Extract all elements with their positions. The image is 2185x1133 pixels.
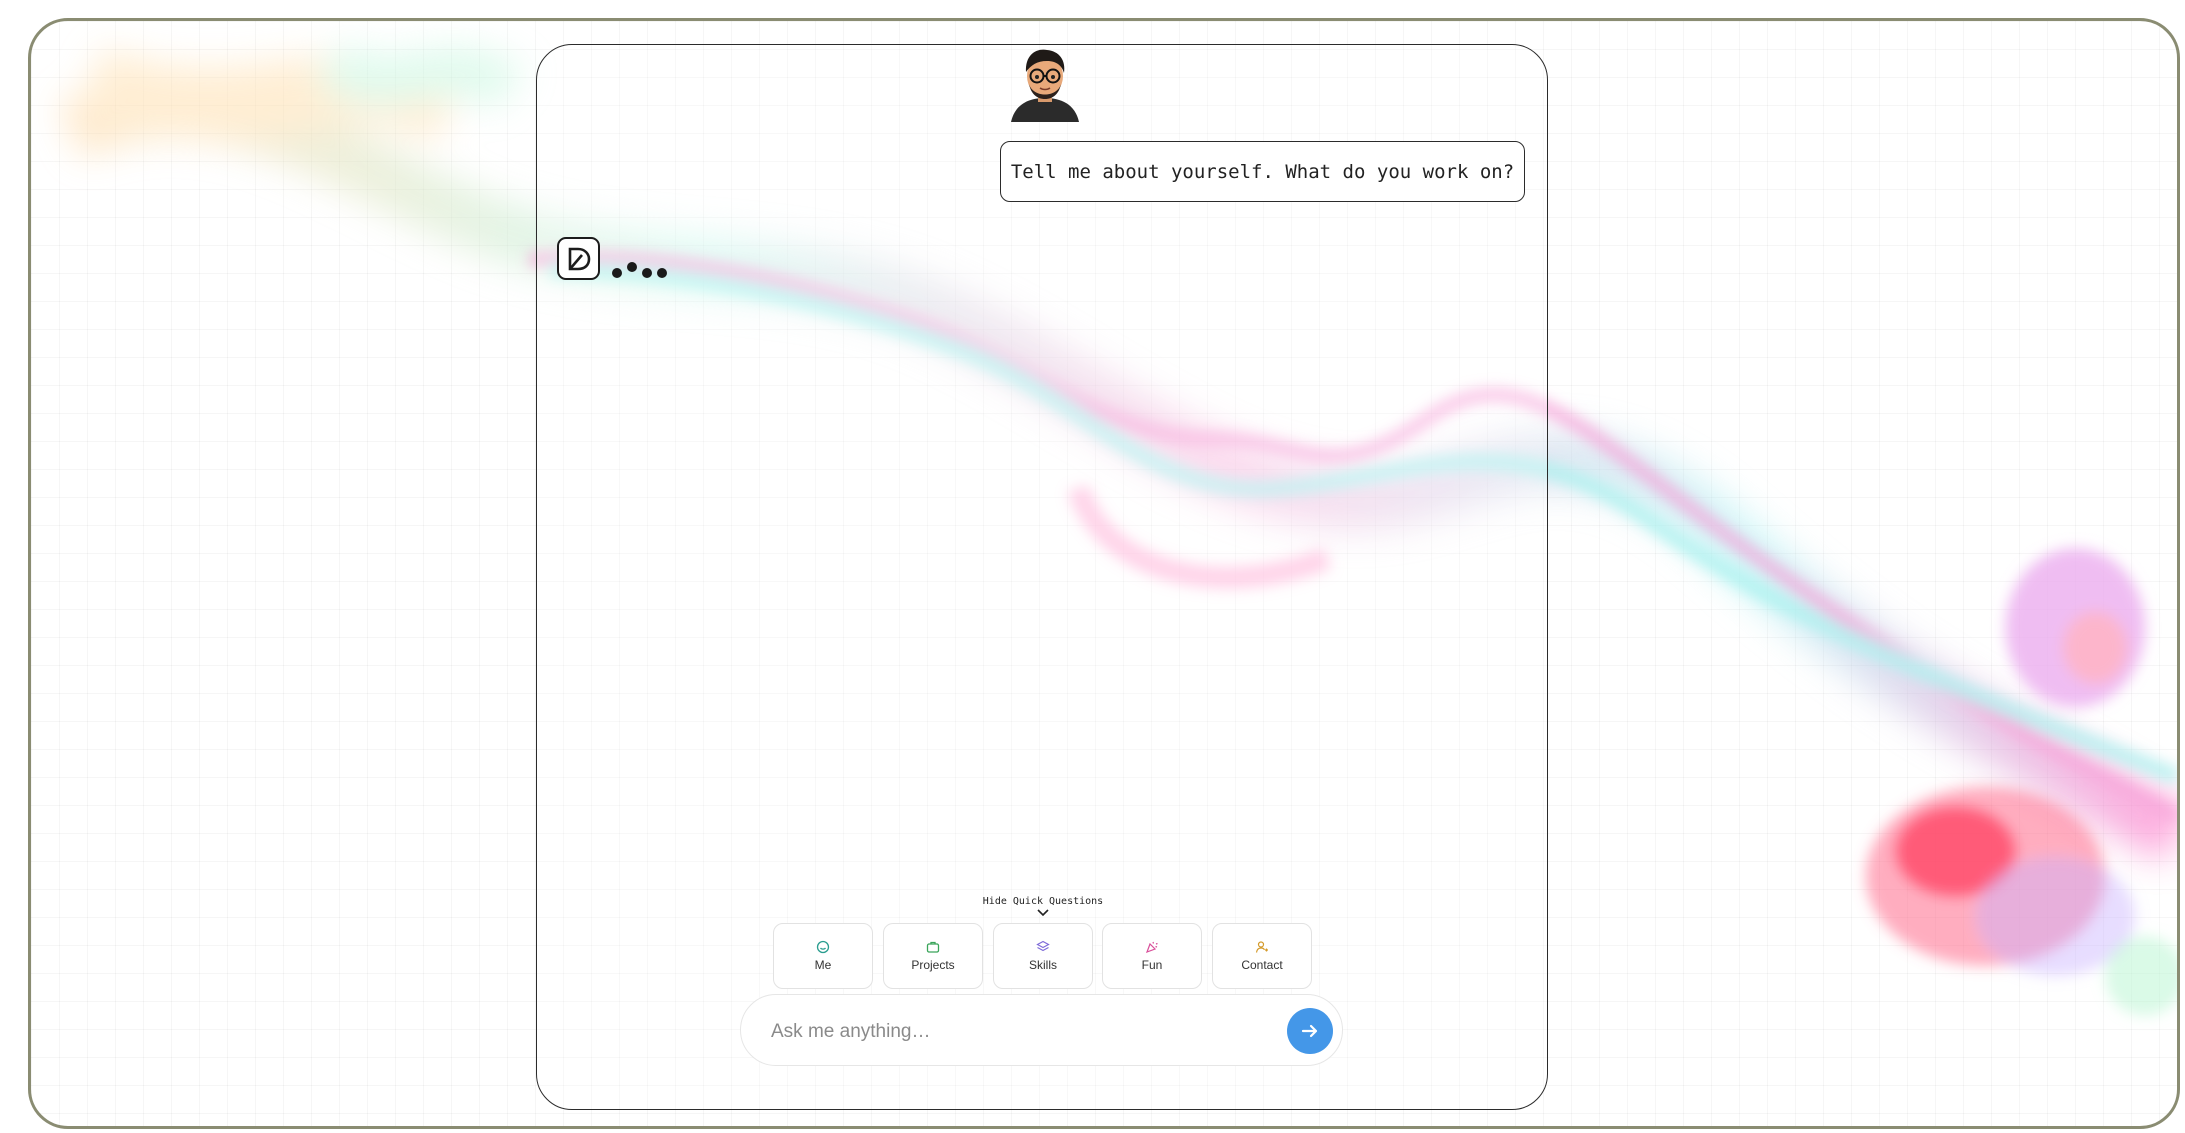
arrow-right-icon — [1301, 1024, 1318, 1038]
quick-question-label: Fun — [1141, 958, 1163, 972]
quick-question-contact-button[interactable]: Contact — [1212, 923, 1312, 989]
chat-input-bar — [740, 994, 1343, 1066]
typing-dots — [612, 262, 672, 282]
chat-input[interactable] — [769, 1013, 1253, 1051]
quick-question-projects-button[interactable]: Projects — [883, 923, 983, 989]
quick-question-label: Me — [814, 958, 832, 972]
hide-quick-questions-toggle[interactable]: Hide Quick Questions — [940, 896, 1146, 917]
avatar — [1011, 49, 1079, 122]
quick-question-me-button[interactable]: Me — [773, 923, 873, 989]
user-message-bubble: Tell me about yourself. What do you work… — [1000, 141, 1525, 202]
briefcase-icon — [926, 941, 940, 953]
user-message-text: Tell me about yourself. What do you work… — [1010, 160, 1515, 183]
chevron-down-icon — [1037, 909, 1049, 917]
quick-question-label: Skills — [1028, 958, 1057, 972]
hide-quick-questions-label: Hide Quick Questions — [982, 896, 1104, 907]
quick-question-label: Projects — [911, 958, 955, 972]
d-logo-icon — [557, 237, 600, 280]
quick-question-skills-button[interactable]: Skills — [993, 923, 1093, 989]
quick-question-fun-button[interactable]: Fun — [1102, 923, 1202, 989]
quick-question-label: Contact — [1241, 958, 1283, 972]
layers-icon — [1036, 940, 1050, 952]
party-popper-icon — [1145, 941, 1158, 954]
user-contact-icon — [1255, 941, 1268, 953]
smile-face-icon — [816, 940, 830, 954]
send-button[interactable] — [1287, 1008, 1333, 1054]
